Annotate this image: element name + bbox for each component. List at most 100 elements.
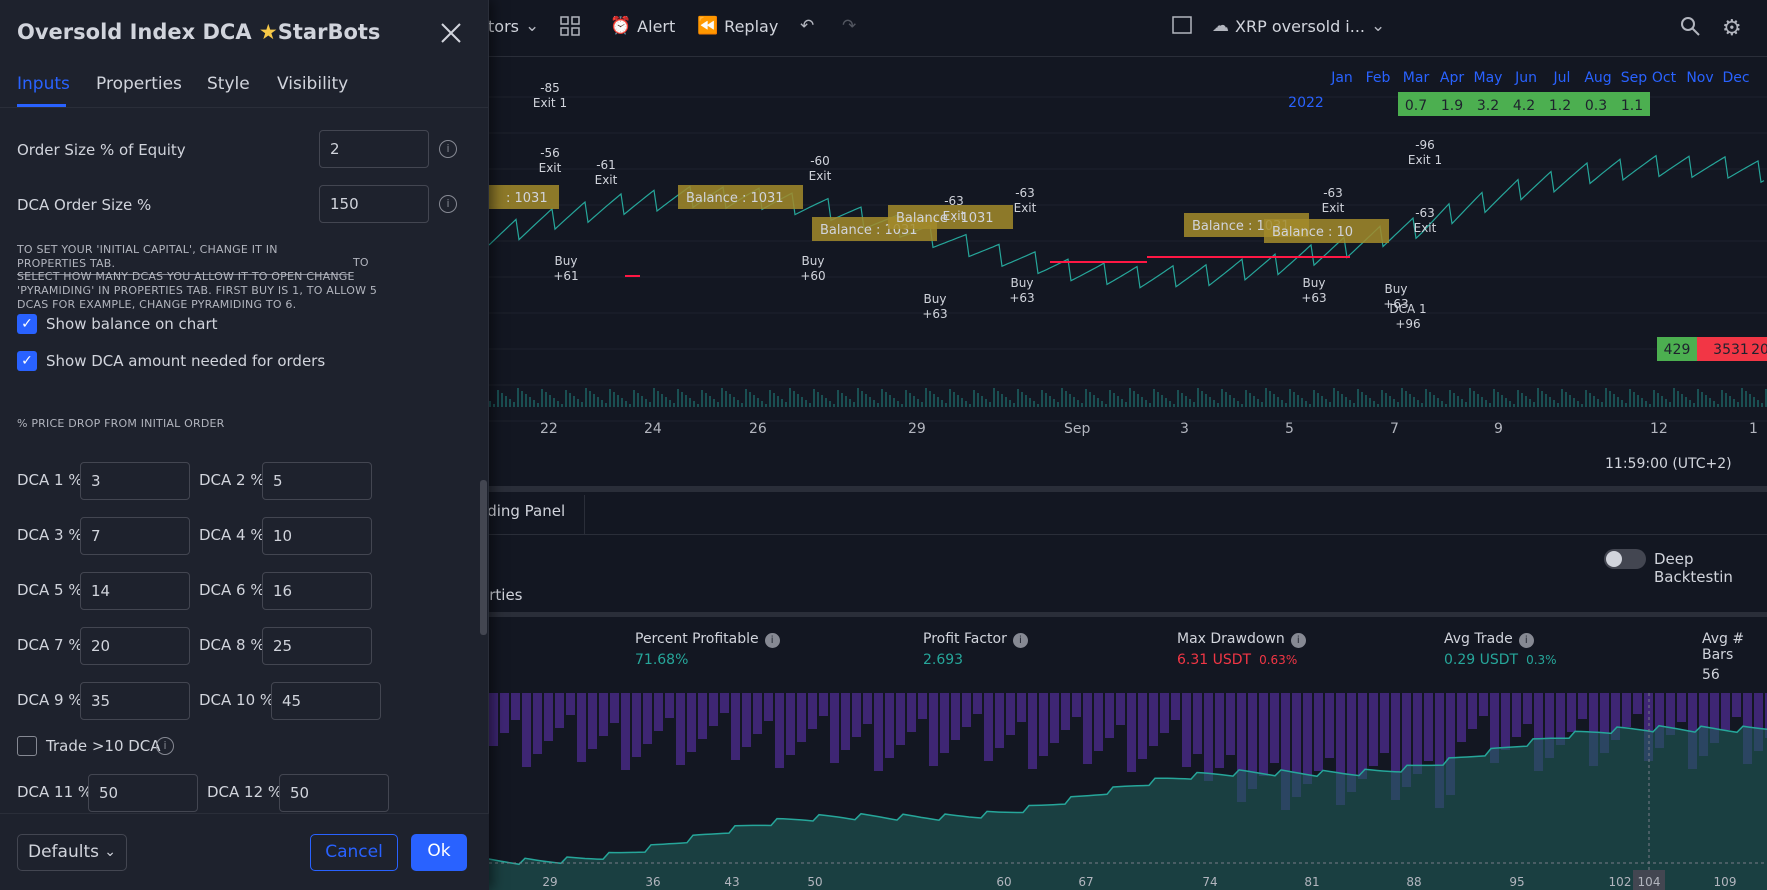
dca-input[interactable]: 14	[80, 572, 190, 610]
cloud-icon: ☁	[1212, 16, 1229, 36]
dca-order-size-input[interactable]: 150	[319, 185, 429, 223]
trade-label: -63	[944, 194, 964, 208]
drawdown-bar	[852, 693, 861, 737]
volume-bar	[1669, 402, 1671, 407]
info-icon[interactable]: i	[1518, 633, 1534, 648]
volume-bar	[1337, 391, 1339, 407]
dca-input[interactable]: 50	[279, 774, 389, 812]
info-icon[interactable]: i	[439, 195, 457, 213]
dca-input[interactable]: 50	[88, 774, 198, 812]
volume-bar	[501, 393, 503, 407]
tab-properties-dialog[interactable]: Properties	[96, 74, 182, 94]
monthly-return: 0.3	[1585, 98, 1607, 114]
close-icon[interactable]	[438, 20, 464, 46]
trade-label: -61	[596, 158, 616, 172]
dca-input[interactable]: 45	[271, 682, 381, 720]
tab-inputs[interactable]: Inputs	[17, 74, 70, 94]
defaults-button[interactable]: Defaults ⌄	[17, 834, 127, 871]
equity-tick: 95	[1509, 875, 1524, 889]
trade-label: +61	[553, 269, 578, 283]
show-dca-checkbox[interactable]: ✓	[17, 351, 37, 371]
tab-visibility[interactable]: Visibility	[277, 74, 348, 94]
search-icon[interactable]	[1680, 16, 1700, 36]
layout-name-label: XRP oversold i...	[1235, 16, 1366, 36]
drawdown-bar	[753, 693, 762, 734]
volume-bar	[1741, 388, 1743, 407]
volume-bar	[1641, 398, 1643, 407]
order-size-input[interactable]: 2	[319, 130, 429, 168]
dca-input[interactable]: 7	[80, 517, 190, 555]
dca-input[interactable]: 20	[80, 627, 190, 665]
alert-button[interactable]: ⏰ Alert	[610, 16, 675, 36]
month-label: Jan	[1330, 70, 1353, 86]
volume-bar	[1241, 404, 1243, 407]
volume-bar	[757, 398, 759, 407]
deep-backtesting-label: Deep Backtestin	[1654, 550, 1733, 586]
indicators-button[interactable]: tors ⌄	[488, 16, 539, 36]
volume-bar	[505, 396, 507, 407]
dca-input[interactable]: 10	[262, 517, 372, 555]
chevron-down-icon: ⌄	[104, 844, 116, 860]
volume-bar	[721, 388, 723, 407]
show-balance-checkbox[interactable]: ✓	[17, 314, 37, 334]
dca-input[interactable]: 3	[80, 462, 190, 500]
price-series	[488, 154, 1765, 289]
volume-bar	[573, 396, 575, 407]
trade-more-checkbox[interactable]	[17, 736, 37, 756]
volume-bar	[693, 401, 695, 407]
ok-button[interactable]: Ok	[411, 834, 467, 871]
volume-bar	[1009, 400, 1011, 407]
volume-bar	[549, 395, 551, 407]
undo-icon[interactable]: ↶	[800, 16, 814, 36]
volume-bar	[793, 391, 795, 407]
drawdown-bar	[1127, 693, 1136, 772]
volume-bar	[521, 391, 523, 407]
replay-button[interactable]: ⏪ Replay	[697, 16, 778, 36]
volume-bar	[1645, 401, 1647, 407]
volume-bar	[1097, 398, 1099, 407]
layouts-grid-icon[interactable]	[560, 16, 580, 36]
dca-input[interactable]: 35	[80, 682, 190, 720]
info-icon[interactable]: i	[1290, 633, 1306, 648]
dca-input[interactable]: 25	[262, 627, 372, 665]
stat-value: 0.29 USDT 0.3%	[1444, 652, 1557, 668]
volume-bar	[1701, 392, 1703, 407]
tab-style[interactable]: Style	[207, 74, 250, 94]
volume-bar	[1141, 397, 1143, 407]
trade-label: +63	[922, 307, 947, 321]
volume-bar	[1609, 391, 1611, 407]
volume-bar	[789, 388, 791, 407]
volume-bar	[1761, 403, 1763, 407]
volume-bar	[705, 393, 707, 407]
volume-bar	[1161, 395, 1163, 407]
volume-bar	[1665, 399, 1667, 407]
volume-bar	[1169, 401, 1171, 407]
volume-bar	[1041, 390, 1043, 407]
trade-label: Buy	[1385, 282, 1408, 296]
info-icon[interactable]: i	[156, 737, 174, 755]
dca-input[interactable]: 5	[262, 462, 372, 500]
volume-bar	[1061, 388, 1063, 407]
dca-label: DCA 7 %	[17, 636, 83, 654]
info-icon[interactable]: i	[439, 140, 457, 158]
dialog-scrollbar[interactable]	[480, 480, 487, 635]
divider	[584, 495, 585, 535]
volume-bar	[749, 392, 751, 407]
info-icon[interactable]: i	[764, 633, 780, 648]
volume-bar	[821, 395, 823, 407]
info-icon[interactable]: i	[1012, 633, 1028, 648]
dca-input[interactable]: 16	[262, 572, 372, 610]
layout-name-button[interactable]: ☁ XRP oversold i... ⌄	[1212, 16, 1385, 36]
volume-bar	[625, 401, 627, 407]
fullscreen-icon[interactable]	[1172, 16, 1192, 34]
deep-backtesting-toggle[interactable]	[1604, 549, 1646, 569]
redo-icon[interactable]: ↷	[842, 16, 856, 36]
cancel-button[interactable]: Cancel	[310, 834, 398, 871]
volume-bar	[1177, 390, 1179, 407]
trade-label: Exit	[809, 169, 832, 183]
volume-bar	[1369, 398, 1371, 407]
volume-bar	[989, 402, 991, 407]
volume-bar	[949, 389, 951, 407]
tab-trading-panel[interactable]: ading Panel	[478, 502, 565, 520]
gear-icon[interactable]: ⚙	[1722, 16, 1742, 41]
